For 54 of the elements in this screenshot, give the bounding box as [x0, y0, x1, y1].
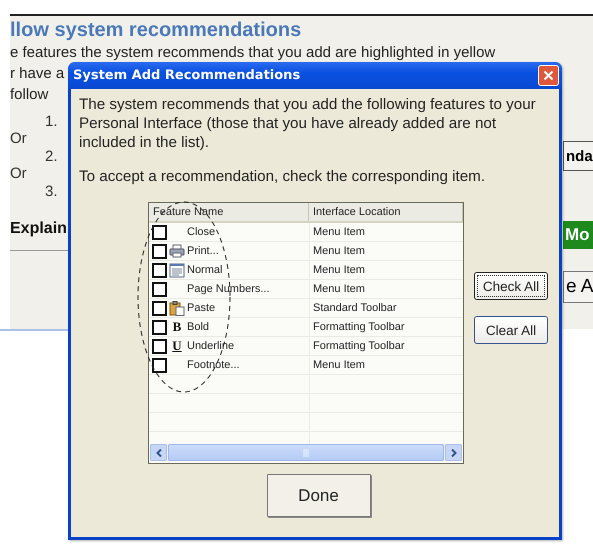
- step-number: 1.: [44, 113, 58, 130]
- column-header[interactable]: Interface Location: [309, 203, 463, 221]
- body-text: r have a: [10, 64, 64, 84]
- scroll-right-button[interactable]: [445, 444, 462, 461]
- close-icon: [543, 70, 554, 81]
- feature-name: Footnote...: [187, 359, 240, 371]
- done-button[interactable]: Done: [266, 474, 370, 517]
- printer-icon: [169, 244, 185, 258]
- page-heading: llow system recommendations: [10, 18, 302, 42]
- checkbox[interactable]: [152, 300, 167, 316]
- page-button[interactable]: Mo: [563, 221, 593, 249]
- feature-name: Bold: [187, 321, 210, 333]
- checkbox[interactable]: [152, 224, 167, 240]
- clear-all-button[interactable]: Clear All: [474, 316, 548, 344]
- intro-text: The system recommends that you add the following features to your Personal Interface (those that you have already added are not included in the list).: [79, 95, 537, 152]
- close-button[interactable]: [538, 65, 559, 86]
- interface-location: Menu Item: [312, 283, 366, 295]
- or-label: Or: [10, 165, 27, 183]
- document-icon: [169, 262, 185, 278]
- clipboard-icon: [169, 300, 185, 316]
- feature-name: Underline: [187, 340, 234, 352]
- page-button[interactable]: nda: [563, 141, 593, 171]
- format-glyph: B: [172, 320, 182, 334]
- interface-location: Formatting Toolbar: [312, 321, 406, 333]
- instruction-text: To accept a recommendation, check the corresponding item.: [79, 167, 486, 186]
- check-all-button[interactable]: Check All: [474, 272, 548, 300]
- interface-location: Menu Item: [312, 226, 366, 238]
- interface-location: Menu Item: [312, 245, 366, 257]
- checkbox[interactable]: [152, 262, 167, 278]
- feature-name: Close: [187, 226, 216, 238]
- column-header[interactable]: Feature Name: [149, 203, 309, 221]
- scroll-left-button[interactable]: [150, 444, 167, 461]
- step-number: 3.: [44, 183, 58, 200]
- dialog-title: System Add Recommendations: [73, 68, 300, 83]
- checkbox[interactable]: [152, 320, 167, 334]
- interface-location: Menu Item: [312, 264, 366, 276]
- interface-location: Standard Toolbar: [312, 302, 398, 314]
- explain-label: Explain: [10, 220, 67, 238]
- format-glyph: U: [172, 339, 182, 353]
- step-number: 2.: [44, 148, 58, 165]
- checkbox[interactable]: [152, 282, 167, 296]
- feature-name: Page Numbers...: [187, 283, 270, 295]
- grip-icon: [302, 448, 310, 456]
- interface-location: Formatting Toolbar: [312, 340, 406, 352]
- body-text: follow: [10, 85, 48, 105]
- feature-name: Paste: [187, 302, 216, 314]
- body-text: e features the system recommends that you add are highlighted in yellow: [10, 43, 496, 63]
- checkbox[interactable]: [152, 338, 167, 354]
- feature-name: Normal: [187, 264, 222, 276]
- or-label: Or: [10, 130, 27, 148]
- feature-name: Print...: [187, 245, 219, 257]
- checkbox[interactable]: [152, 244, 167, 258]
- checkbox[interactable]: [152, 358, 167, 372]
- interface-location: Menu Item: [312, 359, 366, 371]
